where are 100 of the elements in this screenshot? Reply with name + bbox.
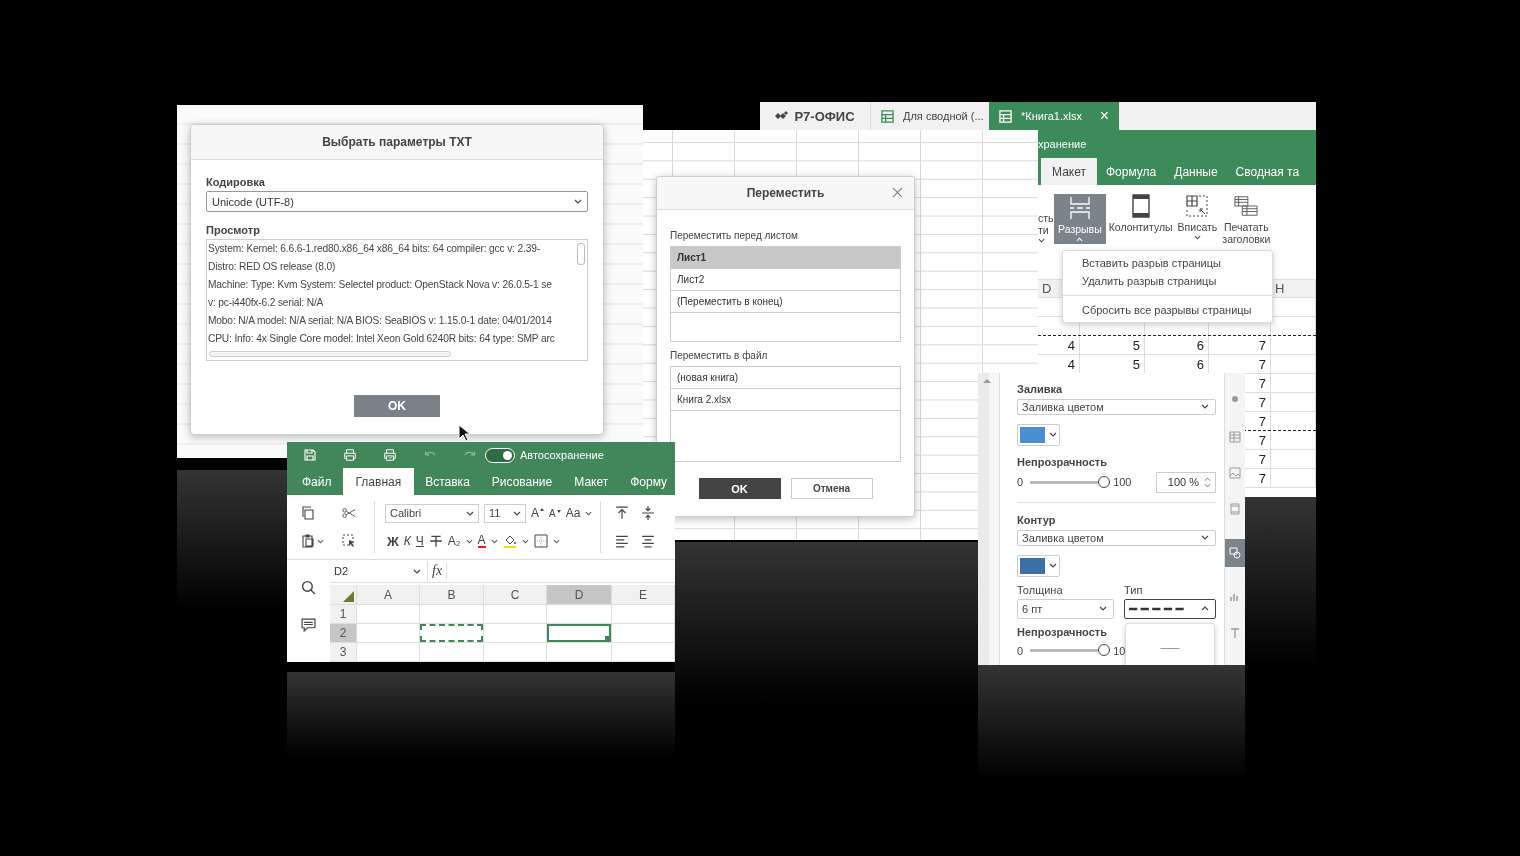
column-header[interactable]: B <box>420 585 484 604</box>
align-top-icon[interactable] <box>615 506 630 521</box>
row-header[interactable]: 2 <box>330 624 357 642</box>
quick-print-icon[interactable] <box>383 448 397 463</box>
sheet-item[interactable]: (Переместить в конец) <box>671 291 900 313</box>
save-icon[interactable] <box>303 448 317 463</box>
ok-button[interactable]: OK <box>698 478 781 499</box>
ribbon-tab[interactable]: Макет <box>1041 158 1097 185</box>
ribbon-tab[interactable]: Главная <box>342 468 415 496</box>
toolbar-button[interactable]: Разрывы <box>1054 194 1106 244</box>
column-header[interactable]: E <box>612 585 675 604</box>
opacity-input[interactable]: 100 % <box>1156 471 1216 493</box>
spin-arrows-icon[interactable] <box>1204 476 1211 488</box>
color-picker[interactable] <box>1017 554 1060 577</box>
select-all-icon[interactable] <box>342 534 356 549</box>
triangle-down-icon <box>556 509 561 513</box>
slider-min-label: 0 <box>1017 476 1024 489</box>
caret-icon[interactable] <box>490 538 498 544</box>
close-tab-button[interactable]: × <box>1099 107 1109 125</box>
column-header[interactable]: D <box>547 585 612 604</box>
ribbon-tab[interactable]: Макет <box>563 468 620 496</box>
opacity-slider[interactable] <box>1030 644 1111 658</box>
paste-icon[interactable] <box>301 534 315 549</box>
header-footer-icon[interactable] <box>1229 503 1241 515</box>
align-left-icon[interactable] <box>615 534 630 549</box>
grow-font-button[interactable]: A <box>531 506 544 521</box>
comment-icon[interactable] <box>301 617 316 632</box>
table-cell[interactable] <box>420 624 484 642</box>
caret-icon[interactable] <box>317 538 324 544</box>
row-header[interactable]: 3 <box>330 643 357 661</box>
sheet-item[interactable]: Лист1 <box>671 247 900 269</box>
select-all-triangle-icon[interactable] <box>343 591 354 602</box>
align-center-icon[interactable] <box>641 534 656 549</box>
file-item[interactable]: Книга 2.xlsx <box>671 389 900 411</box>
scissors-icon[interactable] <box>342 506 356 521</box>
ok-button[interactable]: OK <box>354 395 440 417</box>
close-icon[interactable] <box>892 187 903 198</box>
toolbar-button[interactable]: Вписать <box>1175 194 1220 244</box>
sheet-item[interactable]: Лист2 <box>671 269 900 291</box>
field-label: Переместить перед листом <box>670 230 799 241</box>
column-header[interactable]: A <box>357 585 420 604</box>
image-icon[interactable] <box>1229 467 1241 479</box>
align-middle-icon[interactable] <box>641 506 656 521</box>
ribbon-tab[interactable]: Файл <box>291 468 343 496</box>
slider-max-label: 10 <box>1113 644 1126 657</box>
opacity-slider[interactable] <box>1030 475 1111 489</box>
stroke-width-select[interactable]: 6 пт <box>1017 598 1114 619</box>
borders-icon[interactable] <box>533 534 548 549</box>
subscript-button[interactable]: A₂ <box>447 534 461 549</box>
scroll-up-icon[interactable] <box>982 378 991 383</box>
scrollbar-thumb[interactable] <box>209 351 451 357</box>
function-button[interactable]: fx <box>428 563 448 579</box>
preview-line: v: pc-i440fx-6.2 serial: N/A <box>208 296 325 310</box>
file-item[interactable]: (новая книга) <box>671 367 900 389</box>
shape-settings-tab[interactable] <box>1225 539 1245 567</box>
ribbon-tab[interactable]: Рисование <box>480 468 564 496</box>
print-icon[interactable] <box>343 448 357 463</box>
fill-bucket-icon[interactable] <box>502 534 517 549</box>
stroke-type-select[interactable]: Заливка цветом <box>1017 529 1216 546</box>
font-select[interactable]: Calibri <box>385 503 479 523</box>
cancel-button[interactable]: Отмена <box>790 478 873 499</box>
table-cell[interactable] <box>547 624 612 642</box>
ribbon-tab[interactable]: Формула <box>1096 158 1166 185</box>
search-icon[interactable] <box>301 580 316 595</box>
bold-button[interactable]: Ж <box>387 533 399 549</box>
encoding-select[interactable]: Unicode (UTF-8) <box>206 191 588 212</box>
table-icon[interactable] <box>1229 431 1241 443</box>
document-tab[interactable]: *Книга1.xlsx × <box>989 102 1119 130</box>
copy-icon[interactable] <box>301 506 315 521</box>
ribbon-tab[interactable]: Данные <box>1165 158 1227 185</box>
chart-icon[interactable] <box>1229 591 1241 603</box>
toolbar-button[interactable]: Печатать заголовки <box>1220 194 1273 245</box>
ribbon-tab[interactable]: Форму <box>619 468 675 496</box>
caret-icon[interactable] <box>465 538 473 544</box>
toolbar-button[interactable]: Колонтитулы <box>1106 194 1175 244</box>
ribbon-tab[interactable]: Сводная та <box>1226 158 1309 185</box>
scrollbar-thumb[interactable] <box>577 243 585 265</box>
name-box[interactable]: D2 <box>330 561 428 581</box>
document-tab[interactable]: Для сводной (... <box>871 102 989 130</box>
color-picker[interactable] <box>1017 423 1060 446</box>
menu-item[interactable]: Сбросить все разрывы страницы <box>1063 301 1272 319</box>
menu-item[interactable]: Вставить разрыв страницы <box>1063 254 1272 272</box>
text-art-icon[interactable] <box>1229 627 1241 639</box>
caret-icon[interactable] <box>552 538 560 544</box>
font-color-button[interactable]: A <box>477 534 486 549</box>
strikethrough-icon[interactable] <box>428 534 443 549</box>
font-size-select[interactable]: 11 <box>484 503 526 523</box>
preview-line: Machine: Type: Kvm System: Selectel product: OpenStack Nova v: 26.0.5-1 se <box>208 278 553 292</box>
italic-button[interactable]: К <box>403 534 411 549</box>
row-header[interactable]: 1 <box>330 605 357 623</box>
fill-type-select[interactable]: Заливка цветом <box>1017 399 1216 415</box>
shrink-font-button[interactable]: A <box>549 507 561 519</box>
autosave-toggle[interactable] <box>485 447 515 463</box>
line-type-select[interactable] <box>1124 598 1216 619</box>
ribbon-tab[interactable]: Вставка <box>414 468 481 496</box>
caret-icon[interactable] <box>521 538 529 544</box>
underline-button[interactable]: Ч <box>415 534 424 549</box>
change-case-button[interactable]: Aa <box>565 506 581 521</box>
caret-icon[interactable] <box>585 510 593 516</box>
toolbar-button[interactable]: сть ти <box>1038 194 1053 244</box>
